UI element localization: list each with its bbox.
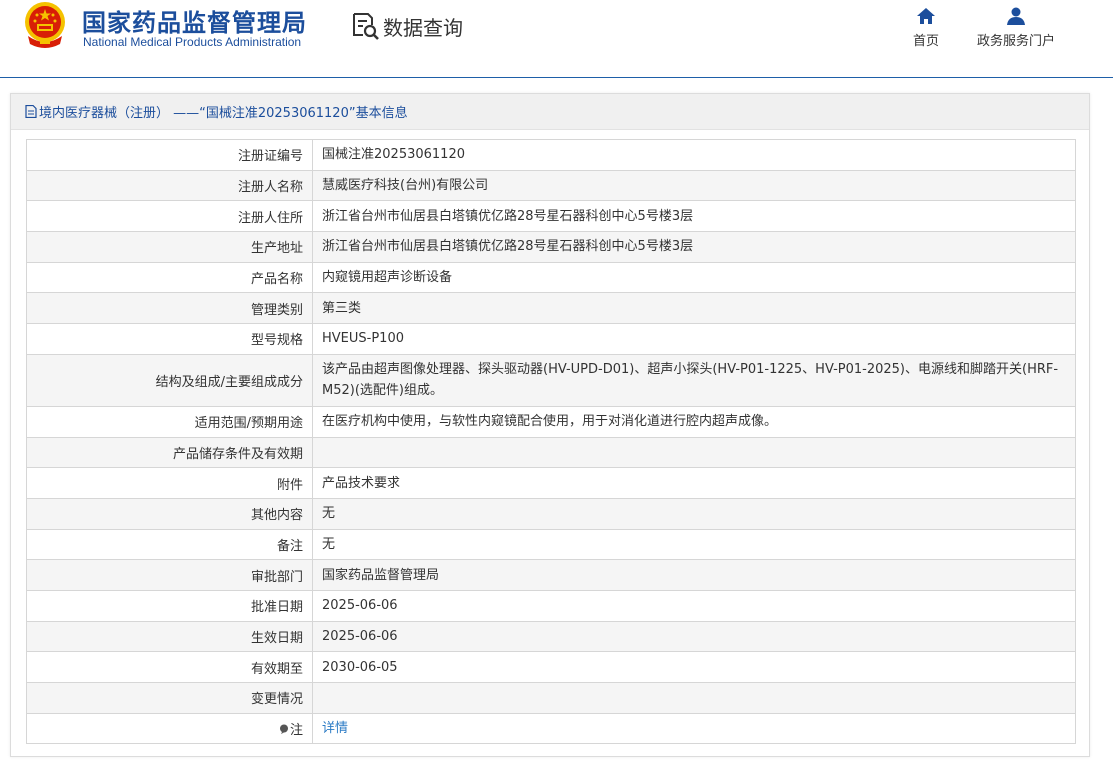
site-title-en: National Medical Products Administration (83, 35, 302, 49)
user-icon (1007, 7, 1025, 25)
nav-home-label: 首页 (912, 34, 939, 49)
row-key: 适用范围/预期用途 (26, 405, 313, 438)
table-row: 审批部门 国家药品监督管理局 (26, 559, 1076, 591)
table-row: 其他内容无 (26, 497, 1076, 530)
table-row: 产品储存条件及有效期 (26, 436, 1076, 469)
details-link[interactable]: 详情 (322, 721, 348, 736)
detail-panel: 境内医疗器械（注册） ——“国械注准20253061120”基本信息 注册证编号… (10, 93, 1090, 757)
row-key: 变更情况 (26, 682, 313, 714)
site-header: 国家药品监督管理局 National Medical Products Admi… (0, 0, 1113, 78)
row-key: 型号规格 (26, 323, 313, 355)
row-key: 产品储存条件及有效期 (26, 436, 313, 469)
row-value: 国械注准20253061120 (312, 139, 1076, 171)
site-title-cn: 国家药品监督管理局 (82, 9, 307, 37)
table-row: 附件 产品技术要求 (26, 467, 1076, 499)
data-query-section[interactable]: 数据查询 (351, 10, 463, 42)
row-value: HVEUS-P100 (312, 323, 1076, 355)
table-row: 结构及组成/主要组成成分 该产品由超声图像处理器、探头驱动器(HV-UPD-D01… (26, 353, 1076, 407)
nav-service-portal[interactable]: 政务服务门户 (971, 6, 1061, 49)
table-row: 生产地址 浙江省台州市仙居县白塔镇优亿路28号星石器科创中心5号楼3层 (26, 231, 1076, 263)
row-value: 在医疗机构中使用，与软性内窥镜配合使用，用于对消化道进行腔内超声成像。 (312, 405, 1076, 438)
row-key: 注册人名称 (26, 169, 313, 202)
document-icon (25, 105, 37, 118)
row-value: 2025-06-06 (312, 589, 1076, 622)
national-emblem-icon (25, 2, 65, 48)
row-value: 浙江省台州市仙居县白塔镇优亿路28号星石器科创中心5号楼3层 (312, 231, 1076, 263)
table-row: 注册人名称 慧威医疗科技(台州)有限公司 (26, 169, 1076, 202)
registration-info-table: 注册证编号 国械注准20253061120 注册人名称 慧威医疗科技(台州)有限公司… (26, 139, 1076, 745)
table-row: 型号规格 HVEUS-P100 (26, 323, 1076, 355)
data-query-label: 数据查询 (383, 15, 463, 40)
row-key: 注 (26, 712, 313, 745)
row-value (312, 682, 1076, 714)
note-pin-icon (279, 724, 288, 734)
table-row: 变更情况 (26, 682, 1076, 714)
table-row: 产品名称 内窥镜用超声诊断设备 (26, 261, 1076, 294)
row-value (312, 436, 1076, 469)
table-row: 注 详情 (26, 712, 1076, 745)
row-value: 国家药品监督管理局 (312, 559, 1076, 591)
table-row: 批准日期 2025-06-06 (26, 589, 1076, 622)
row-key: 附件 (26, 467, 313, 499)
row-value: 无 (312, 528, 1076, 561)
row-value: 该产品由超声图像处理器、探头驱动器(HV-UPD-D01)、超声小探头(HV-P… (312, 353, 1076, 407)
row-key: 批准日期 (26, 589, 313, 622)
table-row: 注册人住所 浙江省台州市仙居县白塔镇优亿路28号星石器科创中心5号楼3层 (26, 200, 1076, 233)
row-value: 产品技术要求 (312, 467, 1076, 499)
row-value: 2025-06-06 (312, 620, 1076, 653)
nav-home[interactable]: 首页 (881, 6, 971, 49)
row-value: 浙江省台州市仙居县白塔镇优亿路28号星石器科创中心5号楼3层 (312, 200, 1076, 233)
table-row: 适用范围/预期用途 在医疗机构中使用，与软性内窥镜配合使用，用于对消化道进行腔内超… (26, 405, 1076, 438)
document-search-icon (353, 13, 379, 40)
row-value: 无 (312, 497, 1076, 530)
row-key: 审批部门 (26, 559, 313, 591)
nav-portal-label: 政务服务门户 (976, 34, 1055, 49)
row-key: 注册人住所 (26, 200, 313, 233)
table-row: 有效期至 2030-06-05 (26, 651, 1076, 683)
table-row: 备注无 (26, 528, 1076, 561)
row-key: 有效期至 (26, 651, 313, 683)
row-value: 详情 (312, 712, 1076, 745)
row-key: 注册证编号 (26, 139, 313, 171)
panel-header: 境内医疗器械（注册） ——“国械注准20253061120”基本信息 (11, 94, 1089, 130)
row-key: 结构及组成/主要组成成分 (26, 353, 313, 407)
row-key: 生效日期 (26, 620, 313, 653)
table-row: 管理类别 第三类 (26, 292, 1076, 325)
note-key: 注 (279, 719, 303, 738)
row-key: 管理类别 (26, 292, 313, 325)
row-key: 生产地址 (26, 231, 313, 263)
row-key: 其他内容 (26, 497, 313, 530)
row-value: 慧威医疗科技(台州)有限公司 (312, 169, 1076, 202)
row-value: 第三类 (312, 292, 1076, 325)
row-key: 产品名称 (26, 261, 313, 294)
row-key: 备注 (26, 528, 313, 561)
row-value: 2030-06-05 (312, 651, 1076, 683)
note-key-label: 注 (289, 723, 303, 739)
panel-title: 境内医疗器械（注册） ——“国械注准20253061120”基本信息 (39, 106, 408, 121)
row-value: 内窥镜用超声诊断设备 (312, 261, 1076, 294)
table-row: 注册证编号 国械注准20253061120 (26, 139, 1076, 171)
table-row: 生效日期 2025-06-06 (26, 620, 1076, 653)
home-icon (917, 8, 935, 24)
